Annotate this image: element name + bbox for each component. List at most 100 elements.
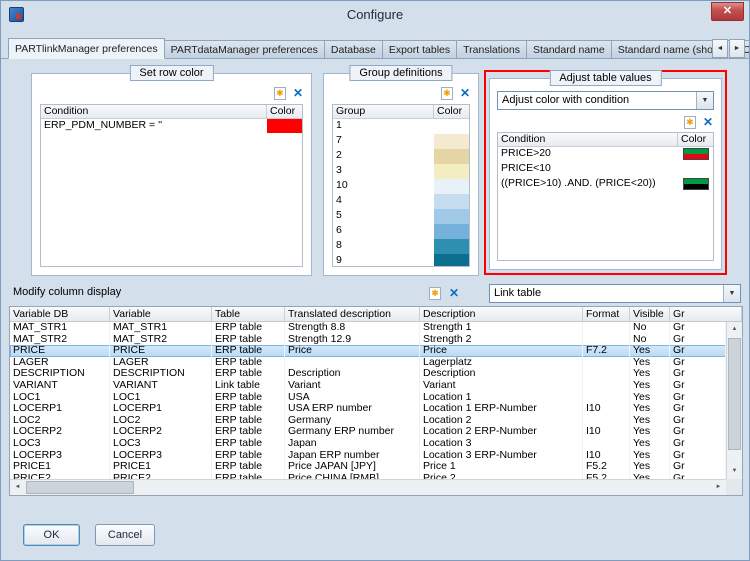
column-header-group[interactable]: Group: [333, 105, 434, 118]
column-header-table[interactable]: Table: [212, 307, 285, 321]
table-row-locerp1[interactable]: LOCERP1LOCERP1ERP tableUSA ERP numberLoc…: [10, 403, 726, 415]
group-row-9[interactable]: 9: [333, 254, 469, 267]
column-header-condition[interactable]: Condition: [41, 105, 267, 118]
table-row-mat-str1[interactable]: MAT_STR1MAT_STR1ERP tableStrength 8.8Str…: [10, 322, 726, 334]
table-row-loc1[interactable]: LOC1LOC1ERP tableUSALocation 1YesGr: [10, 392, 726, 404]
delete-condition-icon[interactable]: ✕: [293, 87, 303, 100]
set-row-color-row[interactable]: ERP_PDM_NUMBER = '': [41, 119, 302, 133]
delete-adjust-condition-icon[interactable]: ✕: [703, 116, 713, 129]
group-row-3[interactable]: 3: [333, 164, 469, 179]
horizontal-scrollbar[interactable]: ◄ ►: [10, 479, 726, 495]
adjust-rows: PRICE>20PRICE<10((PRICE>10) .AND. (PRICE…: [498, 147, 713, 192]
table-cell: Location 3 ERP-Number: [420, 450, 583, 462]
tab-standard-name[interactable]: Standard name: [527, 40, 612, 59]
column-header-variable-db[interactable]: Variable DB: [10, 307, 110, 321]
table-cell: [583, 334, 630, 346]
column-header-format[interactable]: Format: [583, 307, 630, 321]
vertical-scrollbar-thumb[interactable]: [728, 338, 741, 450]
table-cell: LAGER: [110, 357, 212, 369]
group-row-2[interactable]: 2: [333, 149, 469, 164]
table-cell: PRICE: [10, 345, 110, 357]
table-cell: LOCERP1: [110, 403, 212, 415]
table-row-price1[interactable]: PRICE1PRICE1ERP tablePrice JAPAN [JPY]Pr…: [10, 461, 726, 473]
tab-scroll-right-button[interactable]: ►: [729, 39, 745, 58]
table-row-mat-str2[interactable]: MAT_STR2MAT_STR2ERP tableStrength 12.9St…: [10, 334, 726, 346]
tab-partlinkmanager-preferences[interactable]: PARTlinkManager preferences: [8, 38, 165, 59]
condition-cell: ((PRICE>10) .AND. (PRICE<20)): [498, 177, 678, 192]
table-row-price[interactable]: PRICEPRICEERP tablePricePriceF7.2YesGr: [10, 345, 726, 357]
table-cell: Gr: [670, 334, 726, 346]
group-row-6[interactable]: 6: [333, 224, 469, 239]
group-row-4[interactable]: 4: [333, 194, 469, 209]
table-cell: Gr: [670, 438, 726, 450]
table-cell: LOC3: [110, 438, 212, 450]
column-header-gr[interactable]: Gr: [670, 307, 742, 321]
tab-translations[interactable]: Translations: [457, 40, 527, 59]
tab-scroll-left-button[interactable]: ◄: [712, 39, 728, 58]
table-row-lager[interactable]: LAGERLAGERERP tableLagerplatzYesGr: [10, 357, 726, 369]
new-adjust-condition-icon[interactable]: ✱: [684, 116, 696, 129]
tab-database[interactable]: Database: [325, 40, 383, 59]
table-cell: PRICE1: [10, 461, 110, 473]
table-row-description[interactable]: DESCRIPTIONDESCRIPTIONERP tableDescripti…: [10, 368, 726, 380]
new-column-icon[interactable]: ✱: [429, 287, 441, 300]
table-cell: No: [630, 334, 670, 346]
column-header-color[interactable]: Color: [267, 105, 302, 118]
delete-column-icon[interactable]: ✕: [449, 287, 459, 300]
table-cell: I10: [583, 450, 630, 462]
group-row-7[interactable]: 7: [333, 134, 469, 149]
table-cell: No: [630, 322, 670, 334]
adjust-condition-row[interactable]: PRICE<10: [498, 162, 713, 177]
table-cell: LOC2: [10, 415, 110, 427]
table-select-dropdown[interactable]: Link table ▼: [489, 284, 741, 303]
group-number-cell: 7: [333, 134, 434, 149]
adjust-condition-row[interactable]: ((PRICE>10) .AND. (PRICE<20)): [498, 177, 713, 192]
table-cell: ERP table: [212, 322, 285, 334]
dropdown-arrow-icon[interactable]: ▼: [723, 285, 740, 302]
column-header-translated-description[interactable]: Translated description: [285, 307, 420, 321]
tab-partdatamanager-preferences[interactable]: PARTdataManager preferences: [165, 40, 325, 59]
new-group-icon[interactable]: ✱: [441, 87, 453, 100]
table-cell: Gr: [670, 322, 726, 334]
table-row-locerp2[interactable]: LOCERP2LOCERP2ERP tableGermany ERP numbe…: [10, 426, 726, 438]
scroll-down-icon[interactable]: ▼: [727, 464, 742, 479]
tab-export-tables[interactable]: Export tables: [383, 40, 457, 59]
table-row-loc3[interactable]: LOC3LOC3ERP tableJapanLocation 3YesGr: [10, 438, 726, 450]
group-color-swatch: [434, 209, 469, 224]
adjust-condition-row[interactable]: PRICE>20: [498, 147, 713, 162]
close-button[interactable]: ✕: [711, 2, 744, 21]
adjust-mode-dropdown[interactable]: Adjust color with condition ▼: [497, 91, 714, 110]
swatch-half: [684, 184, 708, 189]
ok-button[interactable]: OK: [23, 524, 80, 546]
table-row-loc2[interactable]: LOC2LOC2ERP tableGermanyLocation 2YesGr: [10, 415, 726, 427]
column-header-color[interactable]: Color: [678, 133, 713, 146]
table-row-variant[interactable]: VARIANTVARIANTLink tableVariantVariantYe…: [10, 380, 726, 392]
dropdown-arrow-icon[interactable]: ▼: [696, 92, 713, 109]
delete-group-icon[interactable]: ✕: [460, 87, 470, 100]
cancel-button[interactable]: Cancel: [95, 524, 155, 546]
group-row-5[interactable]: 5: [333, 209, 469, 224]
table-cell: ERP table: [212, 426, 285, 438]
vertical-scrollbar[interactable]: ▲ ▼: [726, 322, 742, 479]
table-cell: PRICE: [110, 345, 212, 357]
scroll-right-icon[interactable]: ►: [711, 480, 726, 495]
group-row-10[interactable]: 10: [333, 179, 469, 194]
condition-cell: ERP_PDM_NUMBER = '': [41, 119, 267, 133]
column-header-color[interactable]: Color: [434, 105, 469, 118]
group-row-1[interactable]: 1: [333, 119, 469, 134]
new-condition-icon[interactable]: ✱: [274, 87, 286, 100]
table-row-locerp3[interactable]: LOCERP3LOCERP3ERP tableJapan ERP numberL…: [10, 450, 726, 462]
column-header-variable[interactable]: Variable: [110, 307, 212, 321]
table-cell: Variant: [285, 380, 420, 392]
scroll-up-icon[interactable]: ▲: [727, 322, 742, 337]
scroll-left-icon[interactable]: ◄: [10, 480, 25, 495]
table-cell: Yes: [630, 438, 670, 450]
table-cell: I10: [583, 426, 630, 438]
column-header-visible[interactable]: Visible: [630, 307, 670, 321]
horizontal-scrollbar-thumb[interactable]: [26, 481, 134, 494]
column-header-condition[interactable]: Condition: [498, 133, 678, 146]
column-header-description[interactable]: Description: [420, 307, 583, 321]
group-row-8[interactable]: 8: [333, 239, 469, 254]
title-bar[interactable]: Configure ✕: [1, 1, 749, 29]
table-cell: I10: [583, 403, 630, 415]
